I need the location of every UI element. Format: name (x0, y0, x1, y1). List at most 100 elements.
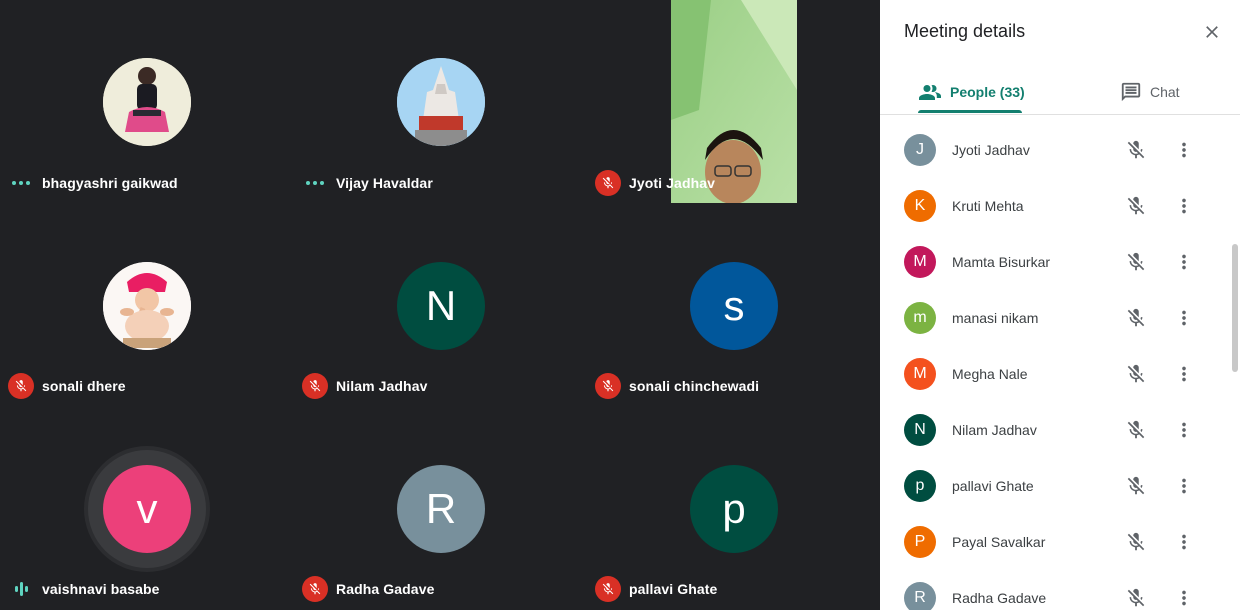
participant-list-avatar: N (904, 414, 936, 446)
close-icon (1206, 26, 1218, 38)
more-options-icon[interactable] (1172, 362, 1196, 386)
participant-list-item[interactable]: R Radha Gadave (880, 570, 1230, 610)
tab-people-label: People (33) (950, 84, 1025, 100)
mic-off-icon[interactable] (1124, 418, 1148, 442)
participant-avatar-letter: N (397, 262, 485, 350)
more-options-icon[interactable] (1172, 250, 1196, 274)
participant-list-item[interactable]: N Nilam Jadhav (880, 402, 1230, 458)
participant-tile: Vijay Havaldar (294, 0, 587, 203)
participant-list-name: Radha Gadave (952, 590, 1047, 606)
participant-name-row: sonali dhere (8, 373, 126, 399)
mic-muted-icon (595, 576, 621, 602)
participant-list-name: Mamta Bisurkar (952, 254, 1051, 270)
tab-people[interactable]: People (33) (918, 72, 1025, 112)
tab-chat[interactable]: Chat (1120, 72, 1180, 112)
audio-level-dots-icon (8, 170, 34, 196)
meeting-details-panel: Meeting details People (33) Chat J Jyoti … (880, 0, 1240, 610)
participant-name: Jyoti Jadhav (629, 175, 716, 191)
participant-list-name: Nilam Jadhav (952, 422, 1037, 438)
mic-off-icon[interactable] (1124, 194, 1148, 218)
participant-name: Nilam Jadhav (336, 378, 428, 394)
audio-level-dots-icon (302, 170, 328, 196)
mic-off-icon[interactable] (1124, 250, 1148, 274)
mic-off-icon[interactable] (1124, 306, 1148, 330)
participant-list-name: Megha Nale (952, 366, 1028, 382)
participant-list-item[interactable]: p pallavi Ghate (880, 458, 1230, 514)
participant-list-avatar: P (904, 526, 936, 558)
video-grid: bhagyashri gaikwad Vijay Havaldar Jyoti … (0, 0, 880, 610)
participant-list-name: Kruti Mehta (952, 198, 1024, 214)
people-icon (919, 85, 941, 100)
mic-muted-icon (302, 373, 328, 399)
participant-name-row: Radha Gadave (302, 576, 434, 602)
participant-tile: bhagyashri gaikwad (0, 0, 293, 203)
participant-list-item[interactable]: K Kruti Mehta (880, 178, 1230, 234)
participant-list-item[interactable]: M Mamta Bisurkar (880, 234, 1230, 290)
participant-avatar-photo (397, 58, 485, 146)
participant-list-name: manasi nikam (952, 310, 1039, 326)
mic-off-icon[interactable] (1124, 474, 1148, 498)
participant-list-item[interactable]: m manasi nikam (880, 290, 1230, 346)
participant-list-name: pallavi Ghate (952, 478, 1034, 494)
more-options-icon[interactable] (1172, 418, 1196, 442)
participant-list-avatar: M (904, 358, 936, 390)
participant-name-row: sonali chinchewadi (595, 373, 759, 399)
chat-icon (1121, 82, 1141, 102)
mic-muted-icon (595, 170, 621, 196)
participant-name-row: pallavi Ghate (595, 576, 717, 602)
tab-chat-label: Chat (1150, 84, 1180, 100)
mic-off-icon[interactable] (1124, 586, 1148, 610)
mic-muted-icon (302, 576, 328, 602)
participant-name: sonali chinchewadi (629, 378, 760, 394)
participant-name-row: Vijay Havaldar (302, 170, 433, 196)
participant-name-row: Jyoti Jadhav (595, 170, 715, 196)
participant-list-avatar: m (904, 302, 936, 334)
participant-avatar-letter: R (397, 465, 485, 553)
participant-name: bhagyashri gaikwad (42, 175, 178, 191)
mic-off-icon[interactable] (1124, 362, 1148, 386)
participant-tile: v vaishnavi basabe (0, 406, 293, 609)
more-options-icon[interactable] (1172, 194, 1196, 218)
participant-tile: sonali dhere (0, 203, 293, 406)
participant-list-avatar: J (904, 134, 936, 166)
participant-name-row: vaishnavi basabe (8, 576, 160, 602)
participant-list-avatar: p (904, 470, 936, 502)
mic-muted-icon (595, 373, 621, 399)
participant-avatar-photo (103, 262, 191, 350)
participant-avatar-photo (103, 58, 191, 146)
participant-tile: R Radha Gadave (294, 406, 587, 609)
participant-name: sonali dhere (42, 378, 126, 394)
close-panel-button[interactable] (1198, 18, 1226, 46)
more-options-icon[interactable] (1172, 474, 1196, 498)
mic-off-icon[interactable] (1124, 138, 1148, 162)
speaking-bars-icon (8, 576, 34, 602)
more-options-icon[interactable] (1172, 586, 1196, 610)
participant-name-row: Nilam Jadhav (302, 373, 427, 399)
participant-name: Vijay Havaldar (336, 175, 433, 191)
mic-muted-icon (8, 373, 34, 399)
participant-list-avatar: M (904, 246, 936, 278)
more-options-icon[interactable] (1172, 138, 1196, 162)
participant-avatar-letter: v (103, 465, 191, 553)
participant-list-item[interactable]: J Jyoti Jadhav (880, 122, 1230, 178)
participant-list-avatar: R (904, 582, 936, 610)
panel-divider (880, 114, 1240, 115)
participant-video-tile: Jyoti Jadhav (587, 0, 880, 203)
participant-list-name: Payal Savalkar (952, 534, 1046, 550)
more-options-icon[interactable] (1172, 530, 1196, 554)
participant-name: pallavi Ghate (629, 581, 718, 597)
participant-list-avatar: K (904, 190, 936, 222)
people-list-scrollbar[interactable] (1232, 244, 1238, 372)
participant-avatar-letter: p (690, 465, 778, 553)
active-tab-indicator (918, 110, 1022, 113)
panel-title: Meeting details (904, 21, 1026, 41)
participant-list-item[interactable]: M Megha Nale (880, 346, 1230, 402)
participant-tile: p pallavi Ghate (587, 406, 880, 609)
mic-off-icon[interactable] (1124, 530, 1148, 554)
participant-avatar-letter: s (690, 262, 778, 350)
participant-name: vaishnavi basabe (42, 581, 160, 597)
participant-list-item[interactable]: P Payal Savalkar (880, 514, 1230, 570)
more-options-icon[interactable] (1172, 306, 1196, 330)
participant-list-name: Jyoti Jadhav (952, 142, 1030, 158)
participant-tile: N Nilam Jadhav (294, 203, 587, 406)
